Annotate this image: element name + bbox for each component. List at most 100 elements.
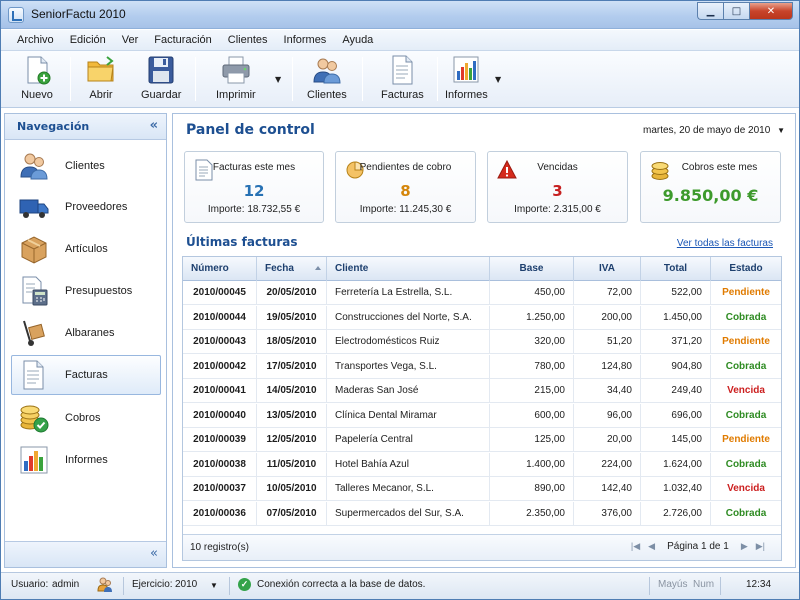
menu-edicion[interactable]: Edición [62,34,114,46]
cell-iva: 20,00 [574,428,641,452]
table-row[interactable]: 2010/00037 10/05/2010 Talleres Mecanor, S.… [183,477,781,501]
column-header-fecha[interactable]: Fecha [257,257,327,281]
connection-ok-icon: ✓ [238,578,251,591]
cell-estado: Vencida [727,385,765,396]
collapse-sidebar-icon[interactable]: « [150,546,158,561]
user-label: Usuario: [11,579,49,590]
next-page-icon[interactable]: ▶ [741,541,748,552]
floppy-disk-icon [145,55,177,85]
sort-ascending-icon [315,266,321,270]
menu-bar: Archivo Edición Ver Facturación Clientes… [1,30,799,51]
column-header-cliente[interactable]: Cliente [327,257,490,281]
card-value: 12 [243,182,265,200]
table-row[interactable]: 2010/00039 12/05/2010 Papelería Central 125… [183,428,781,452]
cell-numero: 2010/00044 [183,305,257,330]
cell-cliente: Construcciones del Norte, S.A. [327,305,490,330]
minimize-button[interactable]: ▁ [697,2,723,20]
date-selector[interactable]: martes, 20 de mayo de 2010 ▼ [643,125,785,136]
card-title: Facturas este mes [212,162,296,173]
card-sub-label: Importe: [514,204,551,215]
table-header: Número Fecha Cliente Base IVA Total Esta… [183,257,781,281]
fiscal-year-value[interactable]: 2010 [175,579,197,590]
menu-informes[interactable]: Informes [276,34,335,46]
table-row[interactable]: 2010/00044 19/05/2010 Construcciones del N… [183,305,781,330]
card-invoices-this-month[interactable]: Facturas este mes 12 Importe: 18.732,55 … [184,151,324,223]
cell-fecha: 11/05/2010 [257,452,327,477]
cell-total: 1.032,40 [641,477,711,501]
cell-estado: Cobrada [725,458,767,470]
cell-cliente: Transportes Vega, S.L. [327,354,490,379]
previous-page-icon[interactable]: ◀ [648,541,655,552]
menu-archivo[interactable]: Archivo [9,34,62,46]
sidebar-item-proveedores[interactable]: Proveedores [11,187,161,227]
card-title: Vencidas [537,162,578,173]
calculator-icon [19,276,49,306]
table-row[interactable]: 2010/00040 13/05/2010 Clínica Dental Miram… [183,403,781,428]
print-button[interactable]: Imprimir [216,55,256,105]
cell-cliente: Ferretería La Estrella, S.L. [327,281,490,305]
menu-ver[interactable]: Ver [114,34,147,46]
cell-base: 125,00 [490,428,574,452]
menu-clientes[interactable]: Clientes [220,34,276,46]
sidebar-footer: « [5,541,166,567]
sidebar-item-clientes[interactable]: Clientes [11,146,161,186]
column-header-base[interactable]: Base [490,257,574,281]
table-row[interactable]: 2010/00036 07/05/2010 Supermercados del Su… [183,501,781,526]
reports-button-label: Informes [445,89,488,101]
column-header-iva[interactable]: IVA [574,257,641,281]
cell-estado: Cobrada [725,409,767,421]
close-button[interactable]: ✕ [749,2,793,20]
card-pending-collection[interactable]: Pendientes de cobro 8 Importe: 11.245,30… [335,151,476,223]
toolbar-separator [292,57,293,101]
column-header-numero[interactable]: Número [183,257,257,281]
sidebar-item-articulos[interactable]: Artículos [11,229,161,269]
column-header-total[interactable]: Total [641,257,711,281]
invoices-button[interactable]: Facturas [381,55,424,105]
sidebar-item-informes[interactable]: Informes [11,440,161,480]
clients-button[interactable]: Clientes [307,55,347,105]
table-row[interactable]: 2010/00043 18/05/2010 Electrodomésticos Ru… [183,330,781,354]
cell-numero: 2010/00038 [183,452,257,477]
table-row[interactable]: 2010/00042 17/05/2010 Transportes Vega, S.… [183,354,781,379]
cell-base: 1.250,00 [490,305,574,330]
sidebar-item-presupuestos[interactable]: Presupuestos [11,271,161,311]
table-row[interactable]: 2010/00045 20/05/2010 Ferretería La Estrel… [183,281,781,305]
card-sub-value: 18.732,55 € [247,204,301,215]
column-header-estado[interactable]: Estado [711,257,781,281]
collapse-sidebar-icon[interactable]: « [150,118,158,133]
title-bar[interactable]: SeniorFactu 2010 ▁ □ ✕ [1,1,799,29]
maximize-button[interactable]: □ [723,2,749,20]
table-row[interactable]: 2010/00041 14/05/2010 Maderas San José 215,… [183,379,781,403]
reports-button[interactable]: Informes [445,55,488,105]
last-page-icon[interactable]: ▶| [756,541,765,552]
card-sub-label: Importe: [359,204,397,215]
save-button[interactable]: Guardar [141,55,181,105]
card-overdue[interactable]: Vencidas 3 Importe: 2.315,00 € [487,151,628,223]
menu-ayuda[interactable]: Ayuda [334,34,381,46]
see-all-invoices-link[interactable]: Ver todas las facturas [677,238,773,249]
first-page-icon[interactable]: |◀ [631,541,640,552]
toolbar-separator [195,57,196,101]
print-dropdown-arrow[interactable]: ▼ [275,75,281,84]
card-title: Cobros este mes [681,162,758,173]
toolbar-separator [70,57,71,101]
sidebar-item-label: Clientes [65,160,105,172]
open-button[interactable]: Abrir [85,55,117,105]
new-button[interactable]: Nuevo [21,55,53,105]
reports-dropdown-arrow[interactable]: ▼ [495,75,501,84]
menu-facturacion[interactable]: Facturación [146,34,219,46]
sidebar-header: Navegación « [5,114,166,140]
navigation-sidebar: Navegación « Clientes Proveedores Artícu… [4,113,167,568]
cell-iva: 224,00 [574,452,641,477]
cell-cliente: Clínica Dental Miramar [327,403,490,428]
truck-icon [19,192,49,222]
chevron-down-icon[interactable]: ▼ [210,581,218,590]
cell-iva: 200,00 [574,305,641,330]
sidebar-item-facturas[interactable]: Facturas [11,355,161,395]
card-collections-this-month[interactable]: Cobros este mes 9.850,00 € [640,151,781,223]
cell-cliente: Supermercados del Sur, S.A. [327,501,490,526]
cell-estado: Cobrada [725,360,767,372]
sidebar-item-albaranes[interactable]: Albaranes [11,313,161,353]
table-row[interactable]: 2010/00038 11/05/2010 Hotel Bahía Azul 1.40… [183,452,781,477]
sidebar-item-cobros[interactable]: Cobros [11,398,161,438]
